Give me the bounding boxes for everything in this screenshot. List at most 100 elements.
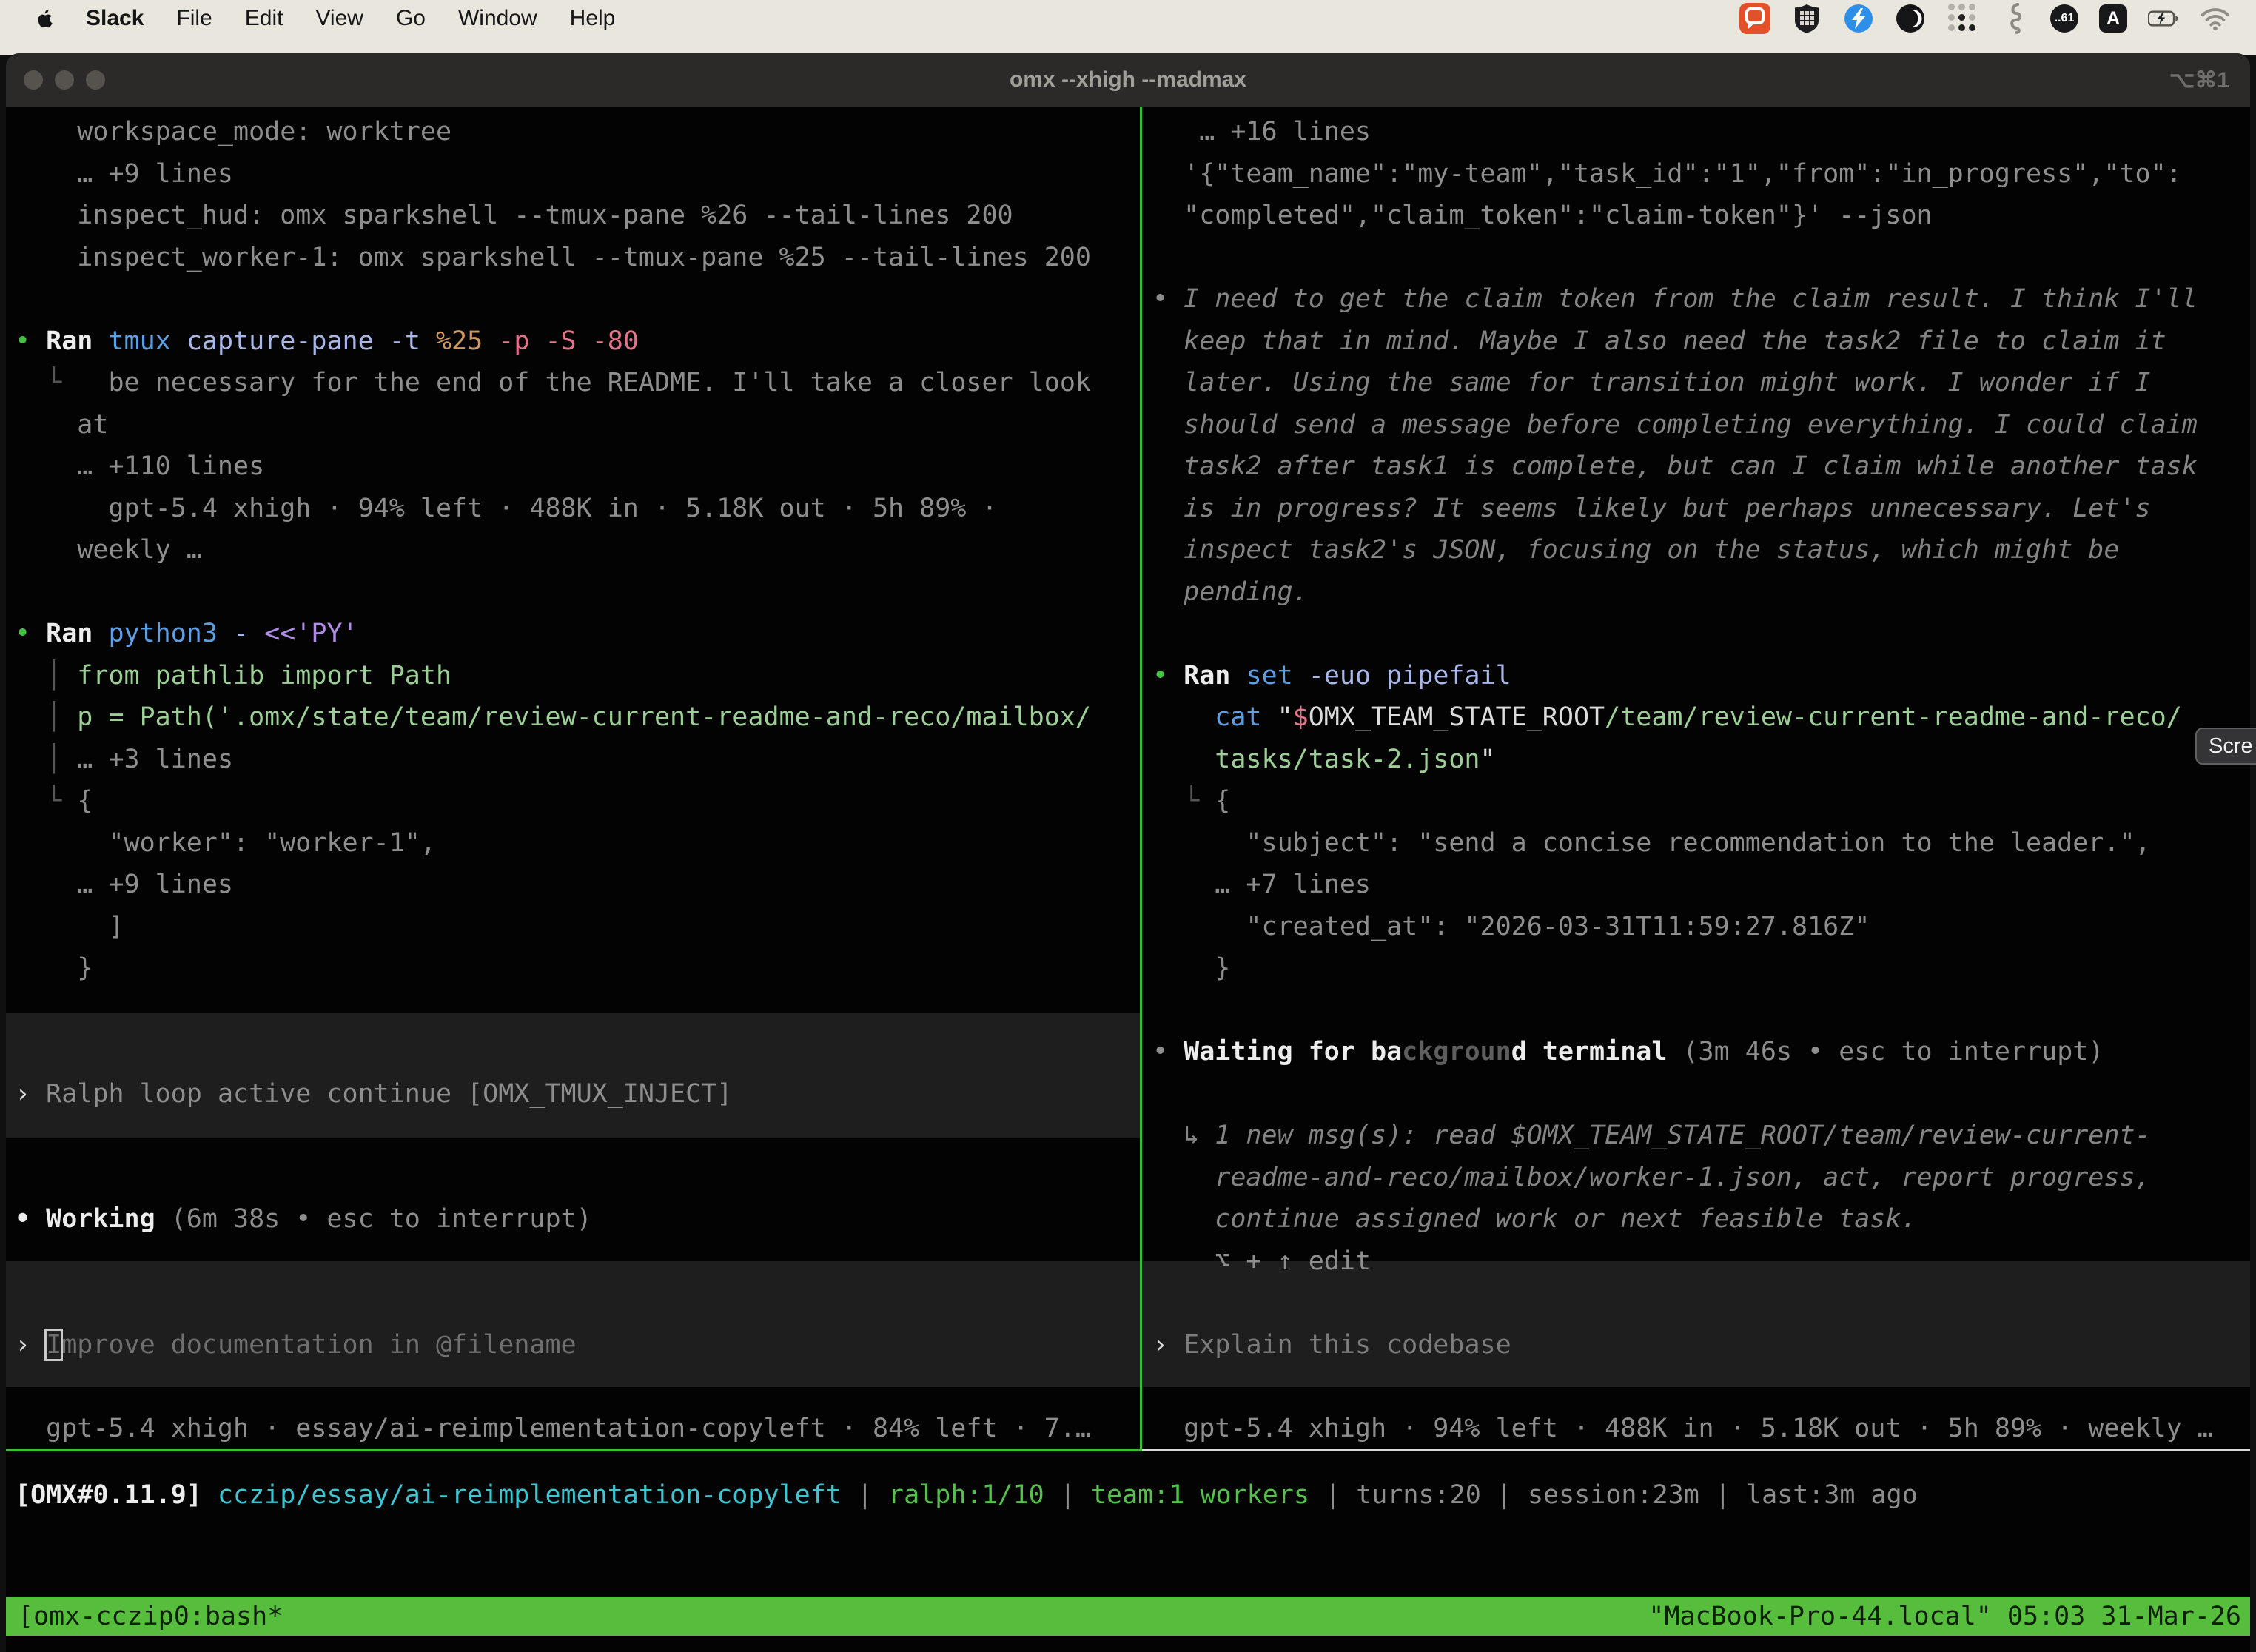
terminal-row: • Ran python3 - <<'PY' [15,613,1137,655]
tmux-host-clock-label: "MacBook-Pro-44.local" 05:03 31-Mar-26 [1648,1602,2241,1631]
menu-bar: Slack File Edit View Go Window Help ..61 A [0,0,2256,37]
terminal-row: inspect task2's JSON, focusing on the st… [1152,529,2248,571]
terminal-row: • Working (6m 38s • esc to interrupt) [15,1198,1137,1240]
terminal-row [15,1031,1137,1073]
terminal-row: └ { [15,780,1137,822]
menu-item-edit[interactable]: Edit [245,6,283,31]
omx-status-line: [OMX#0.11.9] cczip/essay/ai-reimplementa… [15,1474,1918,1517]
terminal-row: cat "$OMX_TEAM_STATE_ROOT/team/review-cu… [1152,696,2248,739]
terminal-row [1152,990,2248,1032]
terminal-row: › Explain this codebase [1152,1324,2248,1366]
shield-grid-icon[interactable] [1791,3,1822,34]
zoom-button[interactable] [86,70,105,90]
dots-grid-icon[interactable] [1947,3,1978,34]
menu-items: Slack File Edit View Go Window Help [86,6,615,31]
terminal-row [1152,1073,2248,1115]
traffic-lights [6,70,105,90]
menubar-status-icons: ..61 A [1739,3,2231,34]
terminal-row: inspect_hud: omx sparkshell --tmux-pane … [15,195,1137,237]
close-button[interactable] [24,70,43,90]
screen-tooltip: Scre [2195,728,2256,765]
terminal-row: • Ran tmux capture-pane -t %25 -p -S -80 [15,320,1137,363]
window-shortcut-hint: ⌥⌘1 [2169,67,2229,93]
terminal-row: gpt-5.4 xhigh · 94% left · 488K in · 5.1… [15,488,1137,530]
terminal-row: "worker": "worker-1", [15,822,1137,864]
omx-status-row: [OMX#0.11.9] cczip/essay/ai-reimplementa… [15,1474,1918,1517]
terminal-row: … +7 lines [1152,864,2248,906]
terminal-row: ] [15,906,1137,948]
terminal-row: tasks/task-2.json" [1152,739,2248,781]
terminal-row: "subject": "send a concise recommendatio… [1152,822,2248,864]
terminal-row: continue assigned work or next feasible … [1152,1198,2248,1240]
window-title: omx --xhigh --madmax [6,67,2250,93]
tmux-session-label: [omx-cczip0:bash* [18,1602,283,1631]
terminal-row: … +110 lines [15,446,1137,488]
terminal-row: • I need to get the claim token from the… [1152,278,2248,320]
terminal-row: › Improve documentation in @filename [15,1324,1137,1366]
pane-divider-vertical[interactable] [1140,107,1142,1451]
terminal-row: readme-and-reco/mailbox/worker-1.json, a… [1152,1157,2248,1199]
terminal-row [15,1240,1137,1283]
menu-item-go[interactable]: Go [396,6,426,31]
terminal-row: weekly … [15,529,1137,571]
terminal-row [1152,1366,2248,1408]
terminal-row: … +9 lines [15,153,1137,195]
terminal-row: pending. [1152,571,2248,614]
terminal-row [15,1157,1137,1199]
terminal-row [1152,1282,2248,1324]
wifi-icon[interactable] [2200,3,2231,34]
terminal-row: at [15,404,1137,446]
apple-menu-icon[interactable] [34,6,56,31]
menu-item-help[interactable]: Help [570,6,616,31]
menu-item-file[interactable]: File [176,6,212,31]
terminal-row: ↳ 1 new msg(s): read $OMX_TEAM_STATE_ROO… [1152,1115,2248,1157]
menu-item-window[interactable]: Window [458,6,537,31]
terminal-row: • Waiting for background terminal (3m 46… [1152,1031,2248,1073]
menu-item-slack[interactable]: Slack [86,6,144,31]
terminal-row [15,278,1137,320]
terminal-row [15,1366,1137,1408]
terminal-row: is in progress? It seems likely but perh… [1152,488,2248,530]
battery-charging-icon[interactable] [2148,3,2179,34]
terminal-row: └ be necessary for the end of the README… [15,362,1137,404]
blue-bolt-icon[interactable] [1843,3,1874,34]
terminal-row: │ … +3 lines [15,739,1137,781]
keyboard-a-icon[interactable]: A [2099,4,2127,33]
menu-item-view[interactable]: View [315,6,363,31]
terminal-row [15,571,1137,614]
terminal-row: ⌥ + ↑ edit [1152,1240,2248,1283]
terminal-row: should send a message before completing … [1152,404,2248,446]
left-terminal-pane: workspace_mode: worktree … +9 lines insp… [15,111,1137,1449]
terminal-row: "completed","claim_token":"claim-token"}… [1152,195,2248,237]
terminal-row [1152,237,2248,279]
terminal-row: gpt-5.4 xhigh · 94% left · 488K in · 5.1… [1152,1408,2248,1450]
pane-divider-bottom-right [1142,1449,2250,1451]
terminal-row: '{"team_name":"my-team","task_id":"1","f… [1152,153,2248,195]
squiggle-icon[interactable] [1998,3,2030,34]
terminal-row: … +9 lines [15,864,1137,906]
terminal-row: } [1152,947,2248,990]
terminal-row [1152,613,2248,655]
minimize-button[interactable] [55,70,74,90]
terminal-row: … +16 lines [1152,111,2248,153]
terminal-row: workspace_mode: worktree [15,111,1137,153]
crescent-icon[interactable] [1895,3,1926,34]
terminal-content: workspace_mode: worktree … +9 lines insp… [6,107,2250,1652]
terminal-row: keep that in mind. Maybe I also need the… [1152,320,2248,363]
terminal-row [15,1282,1137,1324]
terminal-row: inspect_worker-1: omx sparkshell --tmux-… [15,237,1137,279]
pane-divider-bottom-left [6,1449,1142,1451]
window-titlebar[interactable]: omx --xhigh --madmax ⌥⌘1 [6,53,2250,107]
right-terminal-pane: … +16 lines '{"team_name":"my-team","tas… [1152,111,2248,1449]
chat-app-icon[interactable] [1739,3,1770,34]
terminal-row [15,1115,1137,1157]
terminal-row: task2 after task1 is complete, but can I… [1152,446,2248,488]
terminal-row: later. Using the same for transition mig… [1152,362,2248,404]
terminal-row: │ p = Path('.omx/state/team/review-curre… [15,696,1137,739]
badge-61-icon[interactable]: ..61 [2050,4,2078,33]
terminal-row: gpt-5.4 xhigh · essay/ai-reimplementatio… [15,1408,1137,1450]
terminal-row: └ { [1152,780,2248,822]
terminal-row: › Ralph loop active continue [OMX_TMUX_I… [15,1073,1137,1115]
terminal-row: • Ran set -euo pipefail [1152,655,2248,697]
terminal-row [15,990,1137,1032]
